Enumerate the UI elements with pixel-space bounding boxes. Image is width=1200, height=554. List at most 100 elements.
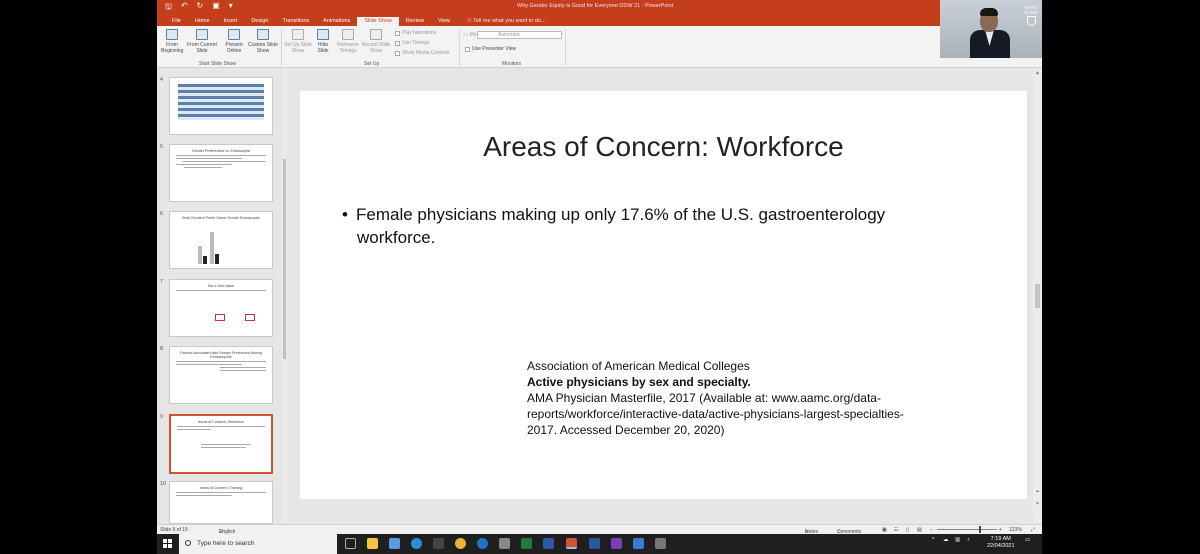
next-slide-icon[interactable]: ⏷ <box>1033 501 1042 507</box>
slide-scrollbar[interactable]: ▲ ⏶ ⏷ <box>1033 69 1042 524</box>
slide-title[interactable]: Areas of Concern: Workforce <box>300 131 1027 163</box>
tab-review[interactable]: Review <box>399 17 431 26</box>
stopwatch-icon <box>342 29 354 40</box>
from-current-slide-button[interactable]: From Current Slide <box>187 29 217 54</box>
webcam-video: MAYO CLINIC <box>940 0 1042 58</box>
slide-thumbnail[interactable] <box>169 77 273 135</box>
thumb-number: 8 <box>160 346 164 352</box>
thumb-title: Areas of Concern: Workforce <box>197 420 245 424</box>
thumb-title: Gender Preferences for Endoscopist <box>191 149 251 153</box>
zoom-level[interactable]: 123% <box>1009 527 1022 533</box>
excel-icon[interactable] <box>521 538 532 549</box>
save-icon[interactable]: 🖫 <box>165 1 172 15</box>
volume-icon[interactable]: ♪ <box>967 537 970 543</box>
thumb-title: Factors Associated with Gender Preferenc… <box>180 351 262 359</box>
zoom-app-icon[interactable] <box>633 538 644 549</box>
tell-me-search[interactable]: ☉ Tell me what you want to do... <box>467 18 546 26</box>
edge-icon[interactable] <box>411 538 422 549</box>
slide-thumbnail-selected[interactable]: Areas of Concern: Workforce <box>169 414 273 474</box>
present-icon[interactable]: ▣ <box>212 1 220 15</box>
show-media-controls-checkbox[interactable]: Show Media Controls <box>395 50 450 56</box>
custom-slide-show-button[interactable]: Custom Slide Show <box>248 29 278 54</box>
slide-thumbnail[interactable]: Gender Preferences for Endoscopist <box>169 144 273 202</box>
table-preview <box>178 84 264 120</box>
view-reading-icon[interactable]: ▯ <box>906 527 909 533</box>
tab-slide-show[interactable]: Slide Show <box>357 17 399 26</box>
thumb-line <box>176 361 266 362</box>
store-icon[interactable] <box>433 538 444 549</box>
dropdown-icon[interactable]: ▾ <box>229 1 233 15</box>
app-icon[interactable] <box>655 538 666 549</box>
thumb-number: 5 <box>160 144 164 150</box>
hide-slide-button[interactable]: Hide Slide <box>313 29 333 54</box>
ie-icon[interactable] <box>477 538 488 549</box>
tab-file[interactable]: File <box>165 17 188 26</box>
view-normal-icon[interactable]: ▣ <box>882 527 887 533</box>
scroll-up-icon[interactable]: ▲ <box>1033 70 1042 76</box>
tab-view[interactable]: View <box>431 17 457 26</box>
presenter-view-checkbox[interactable]: Use Presenter View <box>465 46 516 52</box>
thumb-line <box>176 290 266 291</box>
rehearse-timings-button[interactable]: Rehearse Timings <box>335 29 361 54</box>
view-sorter-icon[interactable]: ☷ <box>894 527 898 533</box>
zoom-slider-handle[interactable] <box>979 526 981 533</box>
tray-chevron-icon[interactable]: ^ <box>932 537 935 543</box>
mayo-clinic-logo: MAYO CLINIC <box>1022 5 1040 26</box>
tab-transitions[interactable]: Transitions <box>275 17 316 26</box>
slide-thumbnail[interactable]: Both Genders Prefer Same-Gender Endoscop… <box>169 211 273 269</box>
file-explorer-icon[interactable] <box>367 538 378 549</box>
tab-home[interactable]: Home <box>188 17 217 26</box>
shield-icon <box>1026 16 1036 26</box>
set-up-slide-show-button[interactable]: Set Up Slide Show <box>284 29 312 54</box>
notifications-icon[interactable]: ▭ <box>1025 537 1030 543</box>
network-icon[interactable]: ▥ <box>955 537 960 543</box>
redo-icon[interactable]: ↻ <box>197 1 204 15</box>
powerpoint-icon[interactable] <box>566 538 577 549</box>
ribbon-tabs: File Home Insert Design Transitions Anim… <box>157 15 1042 26</box>
outlook-icon[interactable] <box>543 538 554 549</box>
record-slide-show-button[interactable]: Record Slide Show <box>361 29 391 54</box>
slide-thumbnail[interactable]: Not a New Issue <box>169 279 273 337</box>
prev-slide-icon[interactable]: ⏶ <box>1033 489 1042 495</box>
scrollbar-thumb[interactable] <box>1035 284 1040 308</box>
task-view-icon[interactable] <box>345 538 356 549</box>
slide-thumbnail[interactable]: Factors Associated with Gender Preferenc… <box>169 346 273 404</box>
teams-icon[interactable] <box>611 538 622 549</box>
use-timings-checkbox[interactable]: Use Timings <box>395 40 430 46</box>
thumb-number: 7 <box>160 279 164 285</box>
thumbnail-scrollbar[interactable] <box>282 69 287 524</box>
fit-slide-icon[interactable]: ⤢ <box>1031 527 1035 533</box>
present-online-icon <box>228 29 240 40</box>
slide-canvas[interactable]: Areas of Concern: Workforce • Female phys… <box>300 91 1027 499</box>
word-icon[interactable] <box>589 538 600 549</box>
present-online-button[interactable]: Present Online <box>222 29 246 54</box>
zoom-in-icon[interactable]: + <box>999 527 1002 533</box>
cloud-icon[interactable]: ☁ <box>943 537 949 543</box>
play-narrations-checkbox[interactable]: Play Narrations <box>395 30 436 36</box>
zoom-out-icon[interactable]: − <box>930 527 933 533</box>
ribbon: From Beginning From Current Slide Presen… <box>157 26 1042 68</box>
from-beginning-button[interactable]: From Beginning <box>161 29 183 54</box>
windows-start-icon[interactable] <box>163 539 172 548</box>
thumb-line <box>177 426 265 427</box>
slide-bullet[interactable]: • Female physicians making up only 17.6% … <box>342 203 982 249</box>
settings-icon[interactable] <box>499 538 510 549</box>
mail-icon[interactable] <box>389 538 400 549</box>
undo-icon[interactable]: ↶ <box>181 1 188 15</box>
tab-design[interactable]: Design <box>244 17 275 26</box>
taskbar-clock[interactable]: 7:19 AM 22/04/2021 <box>987 536 1015 550</box>
citation-textbox[interactable]: Association of American Medical Colleges… <box>527 358 947 438</box>
tab-insert[interactable]: Insert <box>217 17 245 26</box>
chrome-icon[interactable] <box>455 538 466 549</box>
slide-thumbnail[interactable]: Areas of Concern: Training <box>169 481 273 524</box>
monitor-icon: ▭ <box>463 32 468 38</box>
group-divider <box>459 29 460 66</box>
record-icon <box>370 29 382 40</box>
taskbar-search-input[interactable]: Type here to search <box>179 534 337 554</box>
tab-animations[interactable]: Animations <box>316 17 357 26</box>
view-slideshow-icon[interactable]: ▤ <box>917 527 922 533</box>
zoom-slider[interactable] <box>937 529 997 530</box>
monitor-select[interactable]: Automatic <box>477 31 562 39</box>
scrollbar-thumb[interactable] <box>283 159 286 359</box>
slide-indicator: Slide 9 of 15 <box>160 527 188 533</box>
